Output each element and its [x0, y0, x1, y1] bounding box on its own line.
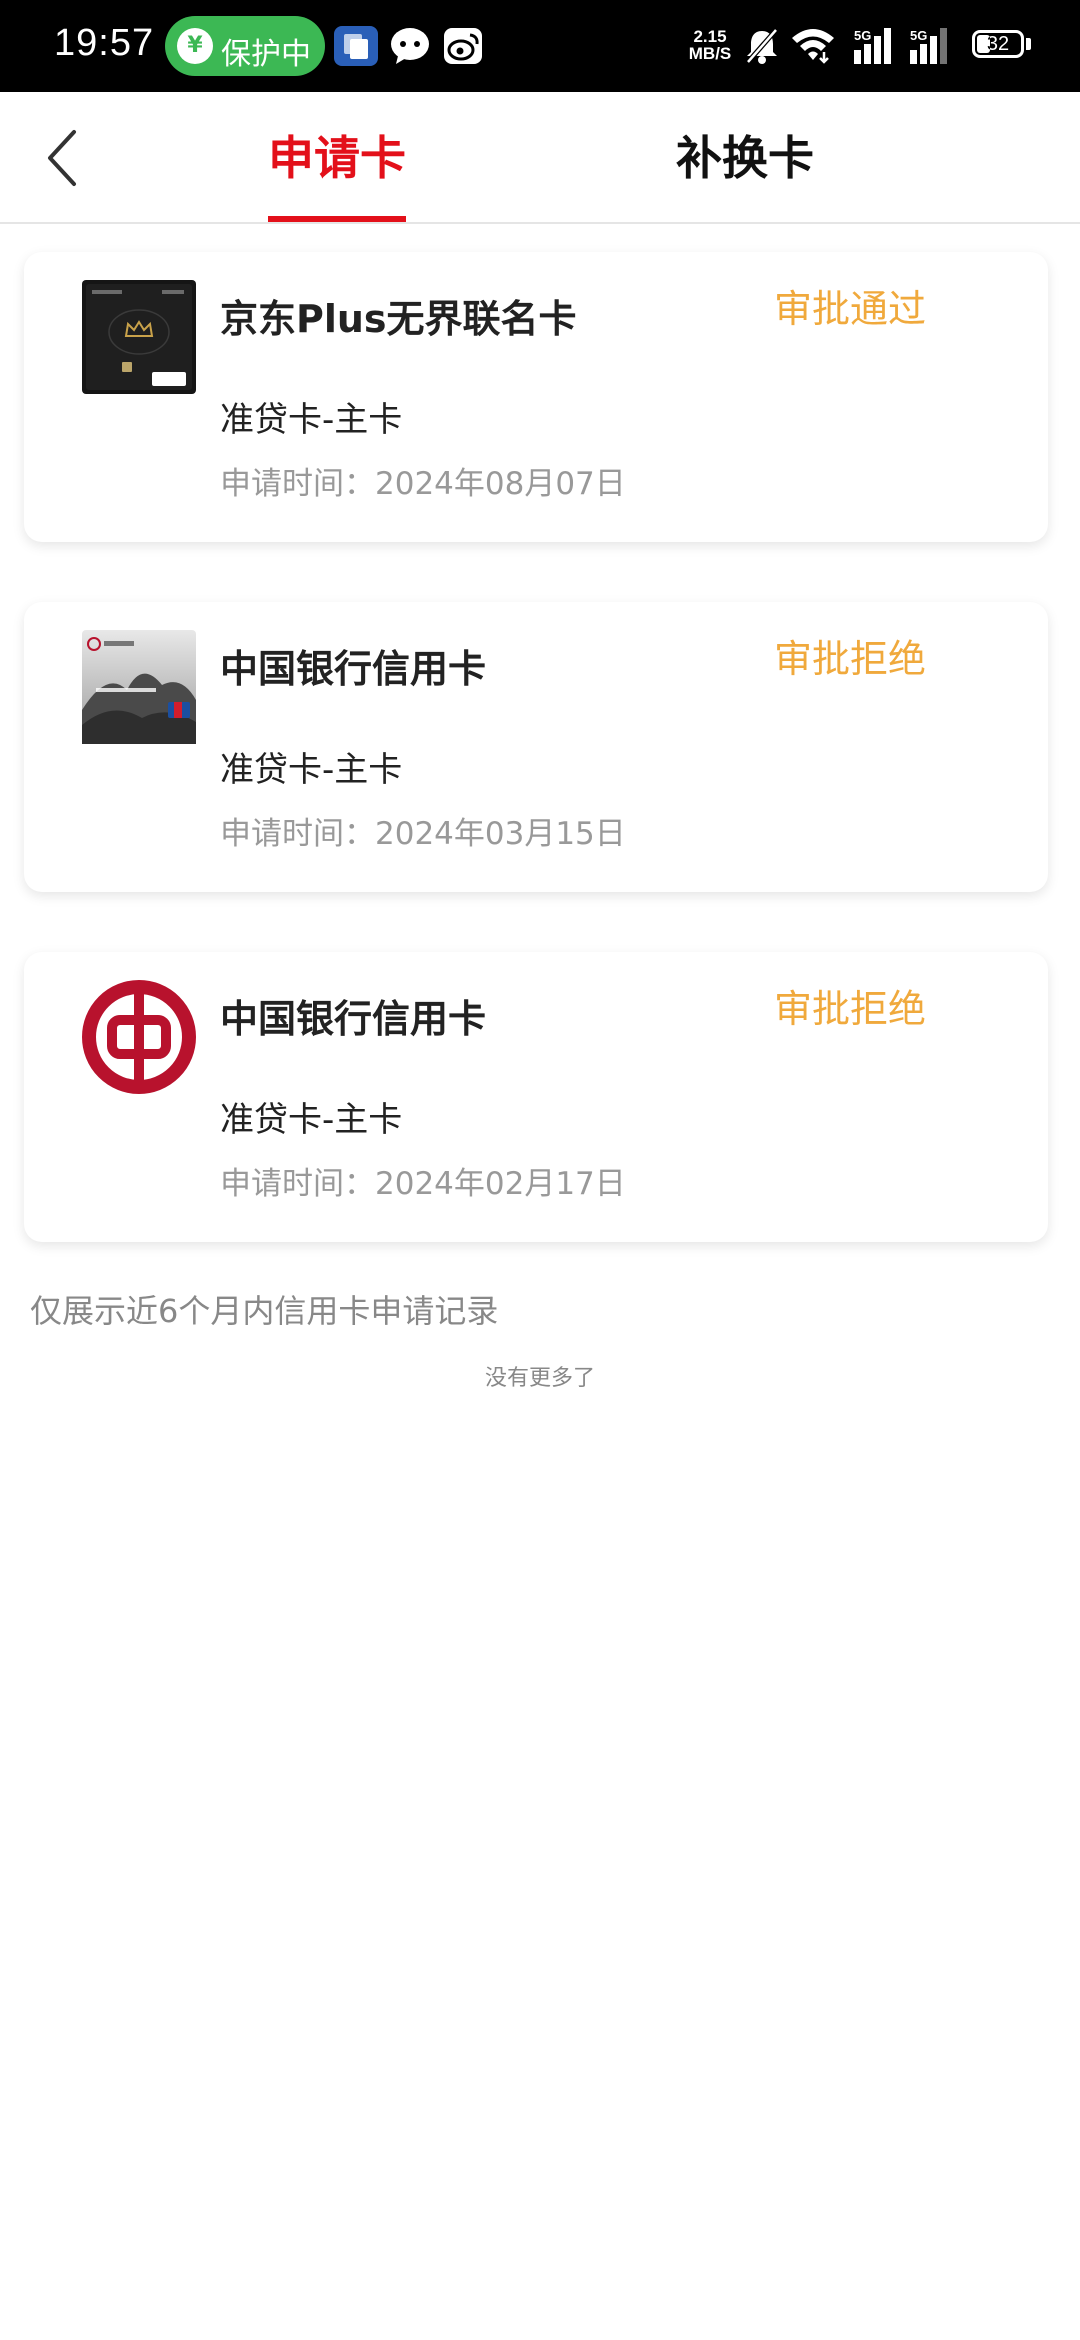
status-badge: 审批拒绝 — [773, 987, 926, 1031]
boc-logo — [82, 980, 196, 1094]
back-button[interactable] — [30, 120, 96, 190]
jd-plus-card-image — [82, 280, 196, 394]
tab-indicator — [268, 216, 406, 222]
wifi-icon — [792, 29, 834, 64]
weibo-icon — [444, 28, 482, 64]
network-speed: 2.15 MB/S — [684, 28, 736, 62]
card-title: 中国银行信用卡 — [220, 647, 487, 691]
tab-apply-card[interactable]: 申请卡 — [268, 122, 406, 188]
tab-replace-card[interactable]: 补换卡 — [676, 122, 814, 188]
network-speed-value: 2.15 — [693, 27, 727, 46]
card-type: 准贷卡-主卡 — [220, 1100, 403, 1140]
mute-bell-icon — [746, 28, 778, 64]
boc-card-image — [82, 630, 196, 744]
signal-2-icon — [910, 28, 947, 64]
battery-level: 32 — [986, 33, 1010, 55]
card-type: 准贷卡-主卡 — [220, 400, 403, 440]
application-date: 申请时间：2024年03月15日 — [220, 816, 626, 852]
protect-label: 保护中 — [221, 37, 311, 72]
protect-badge: ¥ 保护中 — [165, 16, 325, 76]
app-notification-icon — [334, 26, 378, 66]
status-bar: 19:57 ¥ 保护中 2.15 MB/S 5G 5G 32 — [0, 0, 1080, 92]
network-speed-unit: MB/S — [688, 44, 732, 63]
application-date: 申请时间：2024年08月07日 — [220, 466, 626, 502]
header: 申请卡 补换卡 — [0, 92, 1080, 224]
battery-tip — [1026, 38, 1031, 50]
status-time: 19:57 — [54, 22, 155, 64]
card-type: 准贷卡-主卡 — [220, 750, 403, 790]
application-card[interactable]: 中国银行信用卡 审批拒绝 准贷卡-主卡 申请时间：2024年03月15日 — [24, 602, 1048, 892]
application-date: 申请时间：2024年02月17日 — [220, 1166, 626, 1202]
application-card[interactable]: 中国银行信用卡 审批拒绝 准贷卡-主卡 申请时间：2024年02月17日 — [24, 952, 1048, 1242]
battery-icon: 32 — [972, 30, 1024, 58]
application-card[interactable]: 京东Plus无界联名卡 审批通过 准贷卡-主卡 申请时间：2024年08月07日 — [24, 252, 1048, 542]
chevron-left-icon — [48, 130, 76, 186]
shield-icon: ¥ — [177, 28, 213, 64]
no-more-text: 没有更多了 — [484, 1366, 595, 1391]
card-title: 中国银行信用卡 — [220, 997, 487, 1041]
footer-note: 仅展示近6个月内信用卡申请记录 — [30, 1292, 499, 1330]
status-badge: 审批拒绝 — [773, 637, 926, 681]
card-title: 京东Plus无界联名卡 — [220, 297, 577, 341]
signal-1-icon — [854, 28, 891, 64]
status-badge: 审批通过 — [773, 287, 926, 331]
chat-icon — [391, 28, 429, 64]
